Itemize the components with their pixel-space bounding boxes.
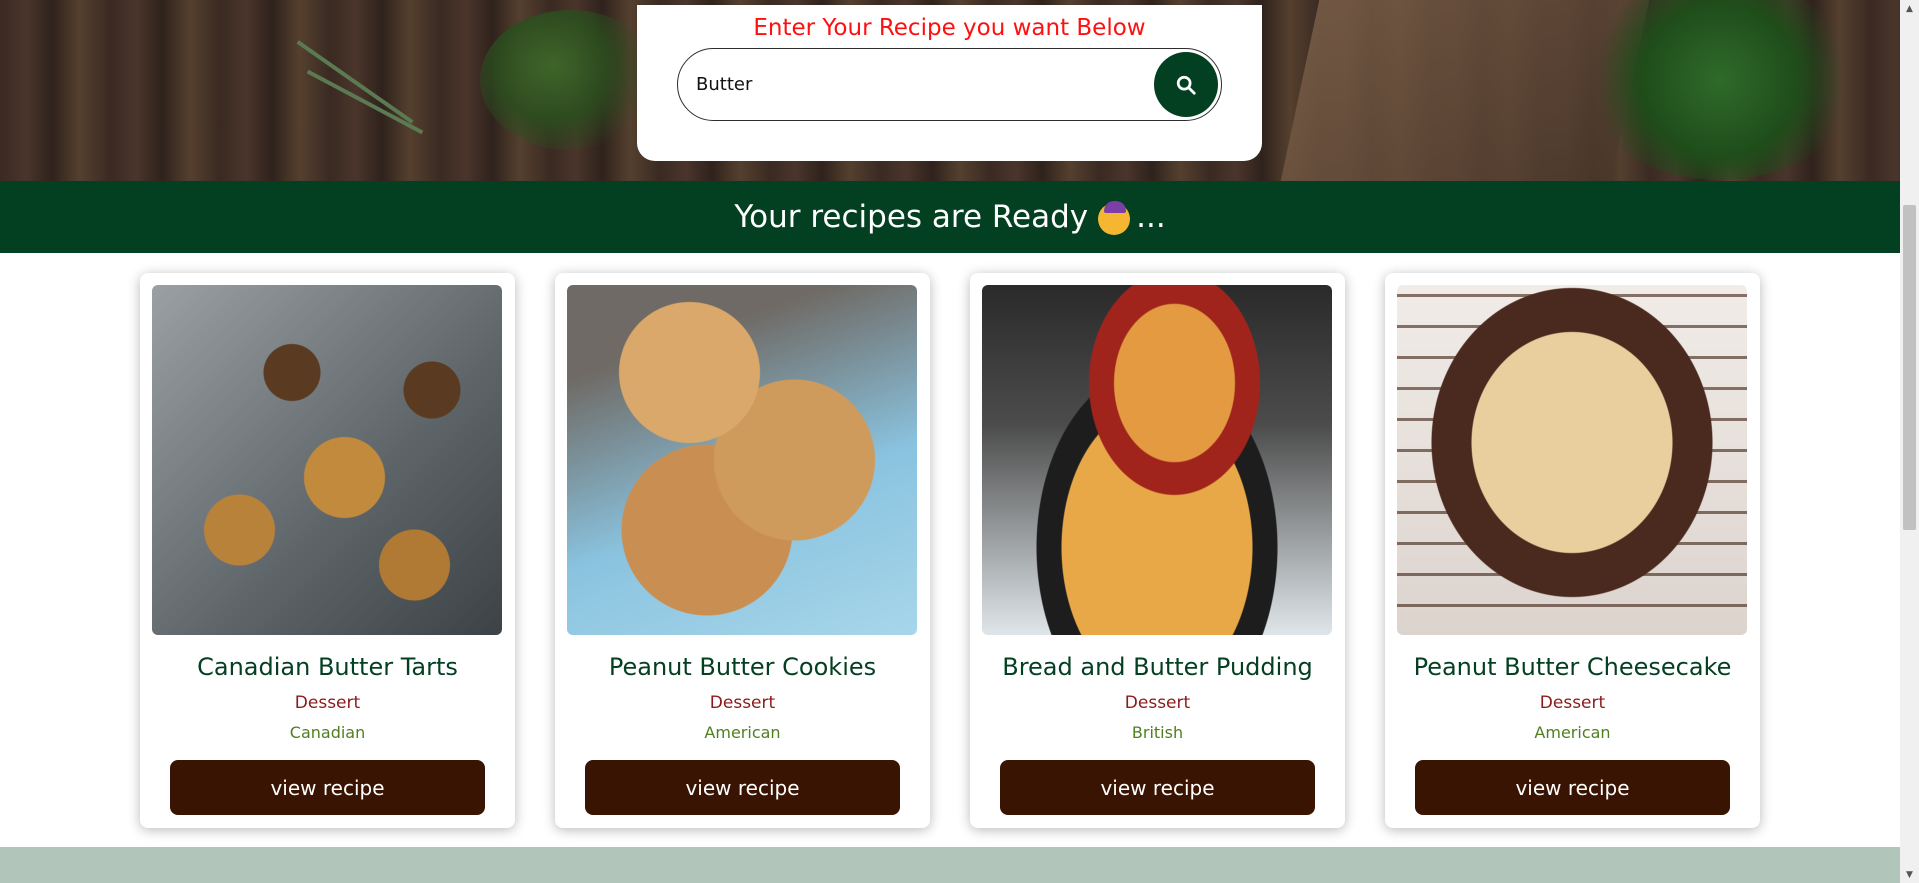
view-recipe-button[interactable]: view recipe <box>170 760 485 815</box>
recipe-area: American <box>1534 723 1611 742</box>
basil-decoration <box>1580 0 1860 180</box>
recipe-image <box>567 285 917 635</box>
banner-ellipsis: ... <box>1136 199 1166 235</box>
recipe-area: American <box>704 723 781 742</box>
search-box <box>677 48 1222 121</box>
recipe-image <box>982 285 1332 635</box>
search-input[interactable] <box>696 49 1116 120</box>
recipe-category: Dessert <box>709 693 776 713</box>
search-title: Enter Your Recipe you want Below <box>753 15 1146 41</box>
search-button[interactable] <box>1154 52 1218 117</box>
partying-face-icon <box>1098 200 1131 235</box>
recipe-image <box>152 285 502 635</box>
recipe-category: Dessert <box>1539 693 1606 713</box>
recipe-title: Bread and Butter Pudding <box>1002 653 1313 681</box>
results-banner-text: Your recipes are Ready... <box>734 199 1165 235</box>
recipe-title: Peanut Butter Cookies <box>608 653 877 681</box>
view-recipe-button[interactable]: view recipe <box>1000 760 1315 815</box>
scroll-down-arrow-icon[interactable]: ▼ <box>1900 866 1919 883</box>
banner-label: Your recipes are Ready <box>734 199 1089 235</box>
recipe-category: Dessert <box>294 693 361 713</box>
recipe-image <box>1397 285 1747 635</box>
search-icon <box>1176 75 1196 95</box>
scrollbar-thumb[interactable] <box>1903 205 1916 530</box>
herb-decoration <box>480 10 660 150</box>
recipe-title: Peanut Butter Cheesecake <box>1413 653 1732 681</box>
recipe-area: Canadian <box>289 723 366 742</box>
recipe-area: British <box>1131 723 1184 742</box>
scroll-up-arrow-icon[interactable]: ▲ <box>1900 0 1919 17</box>
recipe-card: Peanut Butter Cookies Dessert American v… <box>555 273 930 828</box>
recipe-category: Dessert <box>1124 693 1191 713</box>
vertical-scrollbar[interactable]: ▲ ▼ <box>1900 0 1919 883</box>
results-banner: Your recipes are Ready... <box>0 181 1900 253</box>
recipe-grid: Canadian Butter Tarts Dessert Canadian v… <box>140 273 1760 828</box>
recipe-card: Canadian Butter Tarts Dessert Canadian v… <box>140 273 515 828</box>
footer-strip <box>0 847 1900 883</box>
rosemary-decoration <box>296 40 414 124</box>
view-recipe-button[interactable]: view recipe <box>1415 760 1730 815</box>
recipe-title: Canadian Butter Tarts <box>197 653 458 681</box>
search-panel: Enter Your Recipe you want Below <box>637 5 1262 161</box>
rosemary-decoration <box>306 69 424 135</box>
view-recipe-button[interactable]: view recipe <box>585 760 900 815</box>
recipe-card: Peanut Butter Cheesecake Dessert America… <box>1385 273 1760 828</box>
recipe-card: Bread and Butter Pudding Dessert British… <box>970 273 1345 828</box>
